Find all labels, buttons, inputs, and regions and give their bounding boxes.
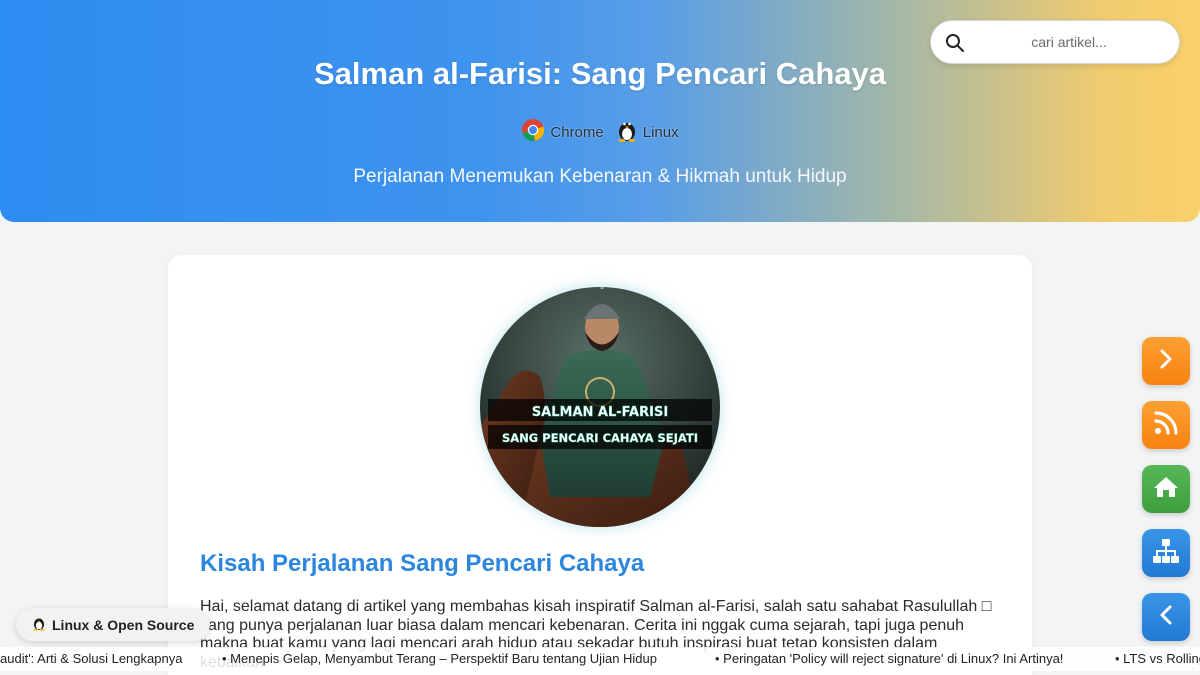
ticker-item[interactable]: • LTS vs Rolling (1115, 651, 1200, 666)
badge-linux-label: Linux (642, 123, 679, 141)
ticker-item[interactable]: audit': Arti & Solusi Lengkapnya (0, 651, 182, 666)
sitemap-button[interactable] (1142, 529, 1190, 577)
badge-chrome-label: Chrome (550, 123, 604, 141)
home-button[interactable] (1142, 465, 1190, 513)
search-input[interactable] (931, 21, 1179, 63)
featured-image: SALMAN AL-FARISI SANG PENCARI CAHAYA SEJ… (480, 287, 720, 527)
chrome-icon (521, 118, 545, 146)
news-ticker: audit': Arti & Solusi Lengkapnya • Menep… (0, 647, 1200, 671)
chevron-left-icon (1155, 604, 1177, 631)
image-caption-line1: SALMAN AL-FARISI (532, 405, 668, 420)
linux-open-source-badge[interactable]: Linux & Open Source (16, 608, 211, 641)
badge-linux: Linux (616, 118, 679, 146)
page-subtitle: Perjalanan Menemukan Kebenaran & Hikmah … (353, 166, 847, 187)
ticker-item[interactable]: • Peringatan 'Policy will reject signatu… (715, 651, 1063, 666)
linux-badge-label: Linux & Open Source (52, 616, 195, 633)
rss-button[interactable] (1142, 401, 1190, 449)
platform-badges: Chrome Linux (0, 118, 1200, 146)
search-box[interactable] (930, 20, 1180, 64)
ticker-item[interactable]: • Menepis Gelap, Menyambut Terang – Pers… (222, 651, 657, 666)
chevron-right-icon (1155, 348, 1177, 375)
back-button[interactable] (1142, 593, 1190, 641)
home-icon (1153, 475, 1179, 504)
rss-icon (1153, 410, 1179, 441)
image-caption-line2: SANG PENCARI CAHAYA SEJATI (502, 431, 698, 445)
next-button[interactable] (1142, 337, 1190, 385)
tux-penguin-icon (32, 615, 46, 634)
article-title: Kisah Perjalanan Sang Pencari Cahaya (200, 550, 645, 577)
sitemap-icon (1152, 538, 1180, 569)
search-icon[interactable] (945, 33, 965, 58)
badge-chrome: Chrome (521, 118, 604, 146)
tux-penguin-icon (616, 118, 638, 146)
